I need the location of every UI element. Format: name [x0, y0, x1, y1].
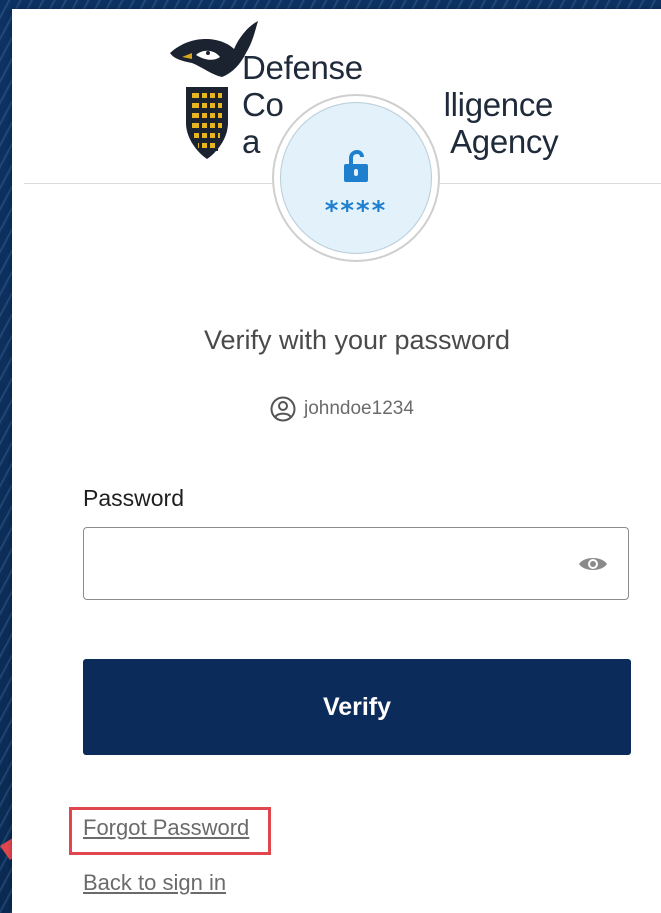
signin-card: Defense Co lligence a Agency **** Verify w…	[12, 9, 661, 913]
password-input[interactable]	[96, 540, 570, 590]
username: johndoe1234	[304, 398, 414, 419]
password-field[interactable]	[83, 527, 629, 600]
forgot-password-link[interactable]: Forgot Password	[83, 815, 249, 841]
verify-button[interactable]: Verify	[83, 659, 631, 755]
back-to-sign-in-link[interactable]: Back to sign in	[83, 870, 226, 896]
masked-password-stars: ****	[324, 196, 388, 226]
user-identifier: johndoe1234	[270, 395, 414, 423]
password-authenticator-badge: ****	[274, 96, 438, 260]
agency-name-line-1: Defense	[242, 49, 363, 86]
lock-open-icon	[344, 150, 368, 182]
eye-icon[interactable]	[578, 554, 608, 574]
page-title: Verify with your password	[203, 325, 511, 355]
password-label: Password	[83, 485, 184, 511]
user-circle-icon	[270, 396, 296, 422]
